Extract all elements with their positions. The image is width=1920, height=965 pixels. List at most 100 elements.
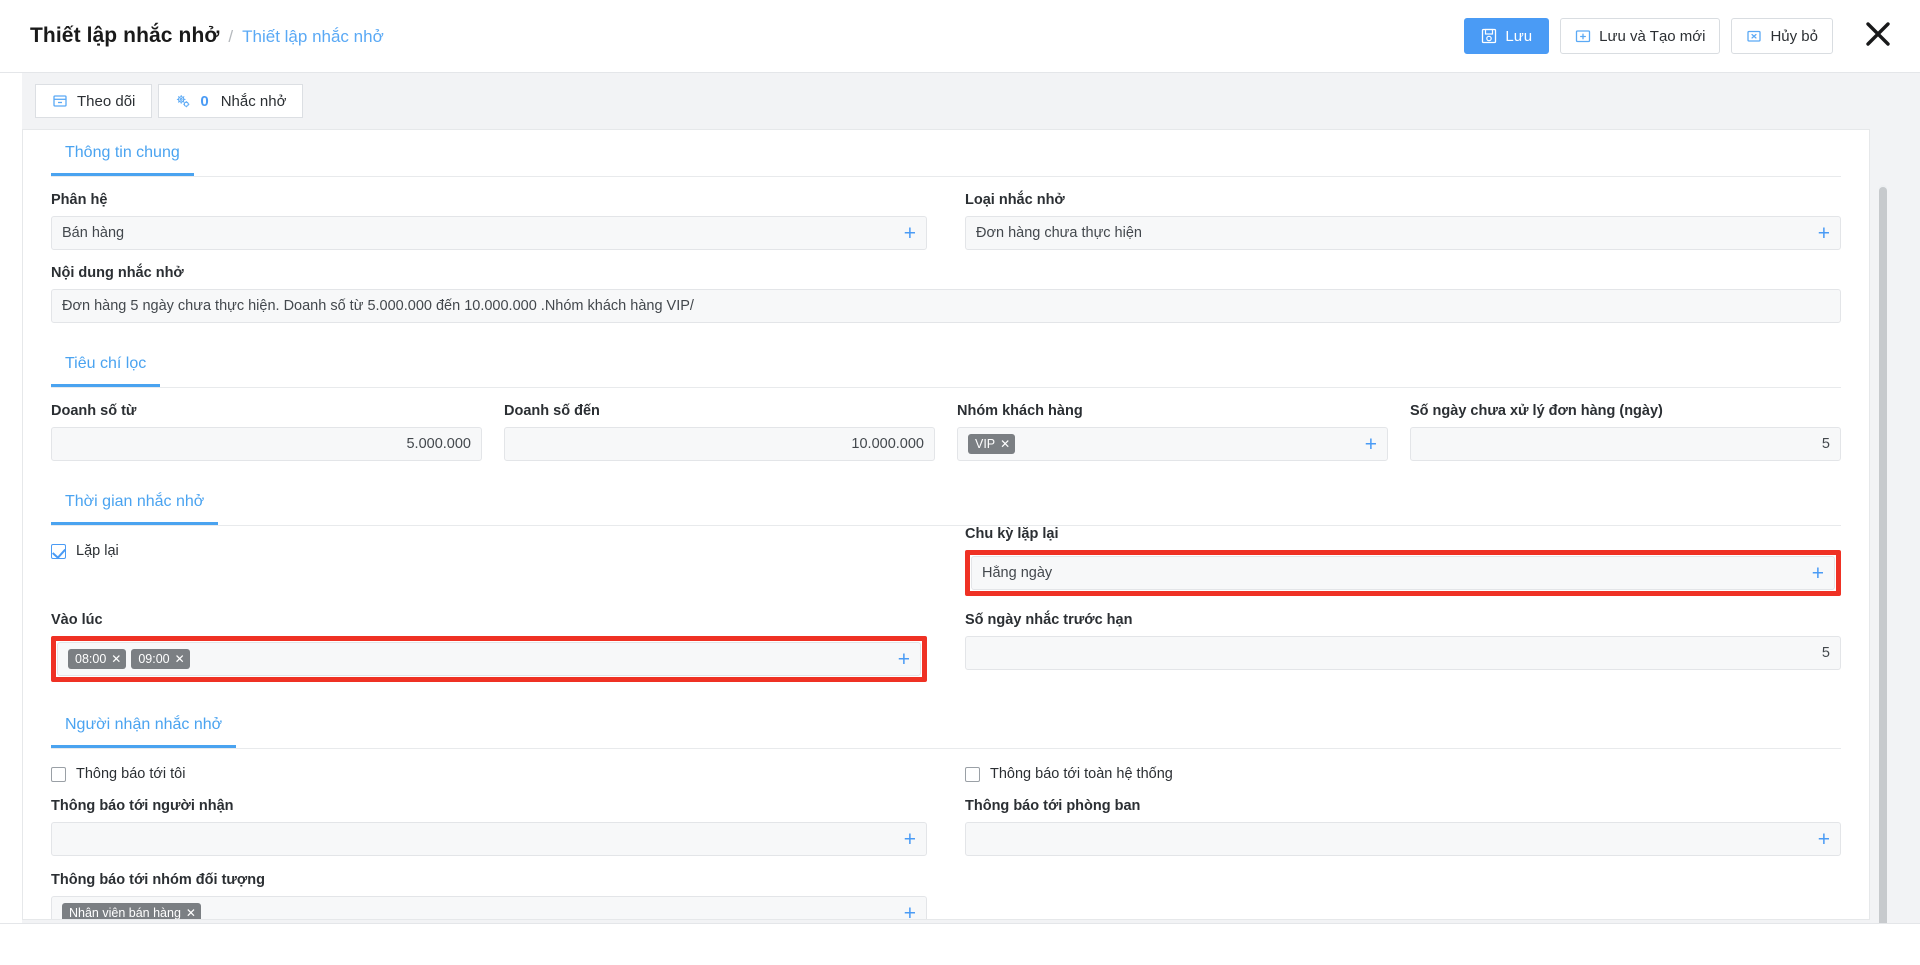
field-notify-group: Thông báo tới nhóm đối tượng Nhân viên b… bbox=[51, 872, 927, 920]
field-notify-person-label: Thông báo tới người nhận bbox=[51, 798, 234, 814]
module-input[interactable]: Bán hàng + bbox=[51, 216, 927, 250]
chip-vip[interactable]: VIP ✕ bbox=[968, 434, 1016, 454]
field-notify-person: Thông báo tới người nhận + bbox=[51, 798, 927, 856]
notify-all-checkbox-row[interactable]: Thông báo tới toàn hệ thống bbox=[965, 749, 1841, 782]
revenue-from-input[interactable]: 5.000.000 bbox=[51, 427, 482, 461]
chip-label: 09:00 bbox=[138, 652, 170, 666]
field-customer-group-label: Nhóm khách hàng bbox=[957, 403, 1083, 419]
chip-time-0900[interactable]: 09:00 ✕ bbox=[131, 649, 190, 669]
chip-time-0800[interactable]: 08:00 ✕ bbox=[68, 649, 127, 669]
plus-icon[interactable]: + bbox=[1365, 434, 1377, 455]
section-tabs-recipients: Người nhận nhắc nhở bbox=[51, 702, 1841, 749]
plus-icon[interactable]: + bbox=[898, 649, 910, 670]
field-repeat-cycle-label: Chu kỳ lặp lại bbox=[965, 526, 1059, 542]
recipients-row-3-spacer bbox=[965, 872, 1841, 919]
field-content: Nội dung nhắc nhở Đơn hàng 5 ngày chưa t… bbox=[51, 265, 1841, 323]
field-notify-dept: Thông báo tới phòng ban + bbox=[965, 798, 1841, 856]
unprocessed-days-value: 5 bbox=[1821, 436, 1830, 452]
filter-row: Doanh số từ 5.000.000 Doanh số đến 10.00… bbox=[51, 388, 1841, 461]
bottom-strip bbox=[0, 923, 1920, 965]
plus-icon[interactable]: + bbox=[1818, 829, 1830, 850]
repeat-checkbox[interactable] bbox=[51, 543, 66, 559]
tab-thong-tin-chung[interactable]: Thông tin chung bbox=[51, 144, 194, 176]
save-disk-icon bbox=[1481, 28, 1497, 44]
header-actions: Lưu Lưu và Tạo mới Hủy bỏ bbox=[1464, 16, 1898, 56]
reminder-count: 0 bbox=[200, 92, 209, 110]
page-header: Thiết lập nhắc nhở / Thiết lập nhắc nhở … bbox=[0, 0, 1920, 72]
unprocessed-days-input[interactable]: 5 bbox=[1410, 427, 1841, 461]
cancel-button[interactable]: Hủy bỏ bbox=[1731, 18, 1833, 54]
save-button[interactable]: Lưu bbox=[1464, 18, 1550, 54]
close-button[interactable] bbox=[1858, 16, 1898, 56]
field-reminder-type-label: Loại nhắc nhở bbox=[965, 192, 1065, 208]
field-customer-group: Nhóm khách hàng VIP ✕ + bbox=[957, 403, 1388, 461]
breadcrumb: Thiết lập nhắc nhở / Thiết lập nhắc nhở bbox=[30, 24, 384, 48]
chip-remove-icon[interactable]: ✕ bbox=[1000, 437, 1010, 451]
customer-group-input[interactable]: VIP ✕ + bbox=[957, 427, 1388, 461]
notify-me-label: Thông báo tới tôi bbox=[76, 766, 186, 782]
section-tabs-filter: Tiêu chí lọc bbox=[51, 341, 1841, 388]
recipients-row-2: Thông báo tới người nhận + Thông báo tới… bbox=[51, 782, 1841, 856]
scrollbar-thumb[interactable] bbox=[1879, 187, 1887, 929]
tab-follow-label: Theo dõi bbox=[77, 92, 136, 110]
at-time-input[interactable]: 08:00 ✕ 09:00 ✕ + bbox=[57, 642, 921, 676]
field-notify-me: Thông báo tới tôi bbox=[51, 749, 927, 782]
plus-icon[interactable]: + bbox=[1818, 223, 1830, 244]
revenue-to-input[interactable]: 10.000.000 bbox=[504, 427, 935, 461]
schedule-row-2: Vào lúc 08:00 ✕ 09:00 ✕ + Số ngày nhắc t… bbox=[51, 596, 1841, 682]
save-and-new-button[interactable]: Lưu và Tạo mới bbox=[1560, 18, 1721, 54]
module-value: Bán hàng bbox=[62, 225, 125, 241]
page-body: Theo dõi 0 Nhắc nhở Thông tin chung Phân… bbox=[0, 72, 1920, 965]
repeat-cycle-highlight: Hằng ngày + bbox=[965, 550, 1841, 596]
tab-tieu-chi-loc[interactable]: Tiêu chí lọc bbox=[51, 355, 161, 387]
notify-group-input[interactable]: Nhân viên bán hàng ✕ + bbox=[51, 896, 927, 920]
save-add-icon bbox=[1575, 28, 1591, 44]
cancel-button-label: Hủy bỏ bbox=[1770, 27, 1818, 45]
days-before-value: 5 bbox=[1821, 645, 1830, 661]
field-module: Phân hệ Bán hàng + bbox=[51, 192, 927, 250]
field-days-before: Số ngày nhắc trước hạn 5 bbox=[965, 612, 1841, 682]
chip-remove-icon[interactable]: ✕ bbox=[175, 652, 185, 666]
chip-label: 08:00 bbox=[75, 652, 107, 666]
plus-icon[interactable]: + bbox=[1812, 563, 1824, 584]
field-module-label: Phân hệ bbox=[51, 192, 108, 208]
notify-me-checkbox-row[interactable]: Thông báo tới tôi bbox=[51, 749, 927, 782]
field-revenue-to-label: Doanh số đến bbox=[504, 403, 600, 419]
plus-icon[interactable]: + bbox=[904, 223, 916, 244]
vertical-scrollbar[interactable] bbox=[1879, 185, 1887, 945]
repeat-checkbox-row[interactable]: Lặp lại bbox=[51, 526, 927, 559]
recipients-row-1: Thông báo tới tôi Thông báo tới toàn hệ … bbox=[51, 749, 1841, 782]
content-value: Đơn hàng 5 ngày chưa thực hiện. Doanh số… bbox=[62, 298, 694, 314]
chip-remove-icon[interactable]: ✕ bbox=[186, 906, 196, 919]
form-card: Thông tin chung Phân hệ Bán hàng + Loại … bbox=[22, 129, 1870, 920]
field-days-before-label: Số ngày nhắc trước hạn bbox=[965, 612, 1133, 628]
plus-icon[interactable]: + bbox=[904, 829, 916, 850]
section-tabs-general: Thông tin chung bbox=[51, 130, 1841, 177]
form-card-inner: Thông tin chung Phân hệ Bán hàng + Loại … bbox=[23, 130, 1869, 920]
tab-thoi-gian-nhac-nho[interactable]: Thời gian nhắc nhở bbox=[51, 493, 219, 525]
field-repeat: Lặp lại bbox=[51, 526, 927, 596]
chip-label: Nhân viên bán hàng bbox=[69, 906, 181, 920]
notify-person-input[interactable]: + bbox=[51, 822, 927, 856]
save-button-label: Lưu bbox=[1505, 27, 1533, 45]
panel-icon bbox=[52, 93, 68, 109]
reminder-type-input[interactable]: Đơn hàng chưa thực hiện + bbox=[965, 216, 1841, 250]
tab-nguoi-nhan-nhac-nho[interactable]: Người nhận nhắc nhở bbox=[51, 716, 237, 748]
tab-reminders[interactable]: 0 Nhắc nhở bbox=[158, 84, 304, 118]
field-at-time-label: Vào lúc bbox=[51, 612, 103, 628]
plus-icon[interactable]: + bbox=[904, 903, 916, 920]
chip-remove-icon[interactable]: ✕ bbox=[111, 652, 121, 666]
field-revenue-from: Doanh số từ 5.000.000 bbox=[51, 403, 482, 461]
repeat-cycle-input[interactable]: Hằng ngày + bbox=[971, 556, 1835, 590]
notify-me-checkbox[interactable] bbox=[51, 766, 66, 782]
notify-all-checkbox[interactable] bbox=[965, 766, 980, 782]
tab-follow[interactable]: Theo dõi bbox=[35, 84, 153, 118]
field-revenue-to: Doanh số đến 10.000.000 bbox=[504, 403, 935, 461]
chip-sales-staff[interactable]: Nhân viên bán hàng ✕ bbox=[62, 903, 201, 920]
breadcrumb-current[interactable]: Thiết lập nhắc nhở bbox=[242, 27, 384, 47]
content-input[interactable]: Đơn hàng 5 ngày chưa thực hiện. Doanh số… bbox=[51, 289, 1841, 323]
notify-dept-input[interactable]: + bbox=[965, 822, 1841, 856]
days-before-input[interactable]: 5 bbox=[965, 636, 1841, 670]
general-row-2: Nội dung nhắc nhở Đơn hàng 5 ngày chưa t… bbox=[51, 250, 1841, 323]
field-at-time: Vào lúc 08:00 ✕ 09:00 ✕ + bbox=[51, 612, 927, 682]
